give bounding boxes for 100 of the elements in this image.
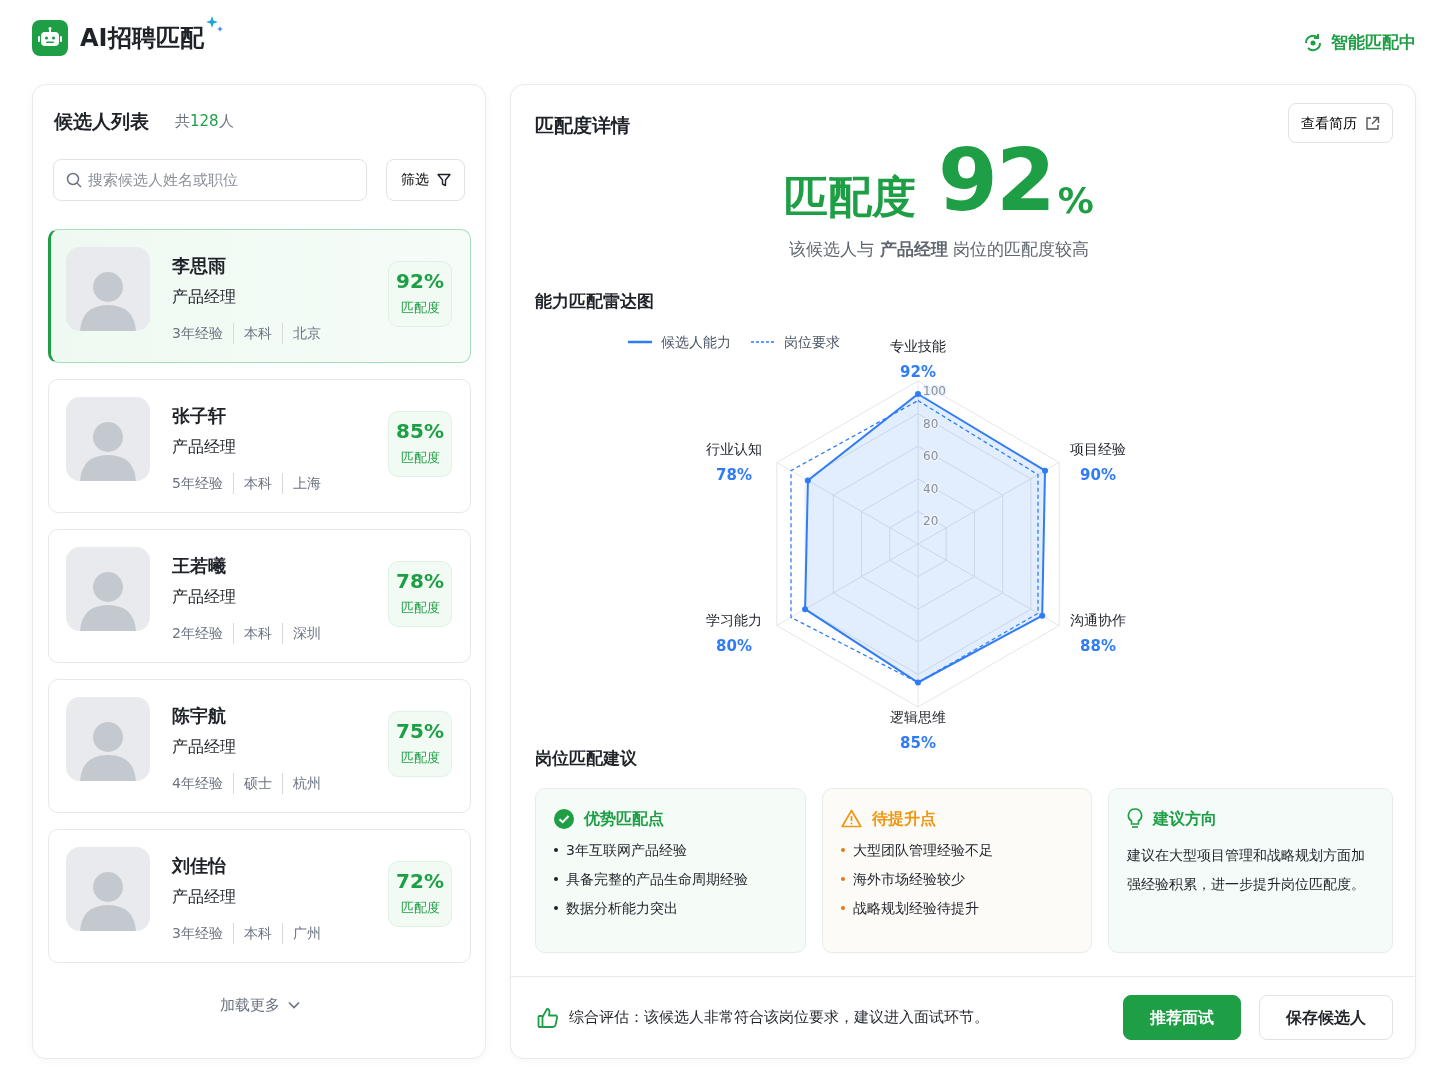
bullet-icon <box>840 905 845 910</box>
tick-label: 100 <box>923 384 946 398</box>
percent-sign: % <box>1057 183 1094 219</box>
suggestion-item: 具备完整的产品生命周期经验 <box>566 869 748 889</box>
suggestion-text: 建议在大型项目管理和战略规划方面加强经验积累，进一步提升岗位匹配度。 <box>1127 845 1367 894</box>
candidate-detail: 北京 <box>281 322 321 344</box>
axis-label: 学习能力 <box>706 612 762 628</box>
candidate-detail: 上海 <box>281 472 321 494</box>
search-field[interactable]: 搜索候选人姓名或职位 <box>53 158 367 201</box>
sparkle-icon <box>205 16 224 34</box>
score-badge: 92% 匹配度 <box>388 260 452 327</box>
tick-label: 40 <box>923 481 939 496</box>
suggestion-item: 大型团队管理经验不足 <box>852 840 993 860</box>
candidate-count: 共128人 <box>175 111 234 132</box>
suggestion-item: 3年互联网产品经验 <box>566 840 687 860</box>
status-label: 智能匹配中 <box>1331 31 1416 54</box>
candidate-name: 李思雨 <box>172 253 227 278</box>
candidate-detail: 杭州 <box>281 772 321 794</box>
candidate-name: 刘佳怡 <box>172 853 227 878</box>
candidate-position: 产品经理 <box>172 285 237 308</box>
thumbs-up-icon <box>537 1006 559 1029</box>
data-point <box>1039 612 1046 619</box>
value-label: 85% <box>900 734 936 752</box>
candidate-detail: 本科 <box>232 322 272 344</box>
score-badge: 72% 匹配度 <box>388 860 452 927</box>
value-label: 90% <box>1080 466 1116 484</box>
card-title: 建议方向 <box>1153 807 1218 830</box>
candidate-detail: 4年经验 <box>172 773 223 793</box>
lightbulb-icon <box>1127 808 1144 829</box>
candidate-detail: 3年经验 <box>172 923 223 943</box>
app-title: AI招聘匹配 <box>80 23 204 54</box>
tick-label: 60 <box>923 449 939 464</box>
logo-icon <box>32 20 68 56</box>
suggestion-item: 海外市场经验较少 <box>852 869 965 889</box>
candidate-card[interactable]: 刘佳怡 产品经理 3年经验 本科 广州 72% 匹配度 <box>48 828 471 963</box>
chevron-down-icon <box>287 1000 300 1009</box>
axis-label: 项目经验 <box>1070 441 1126 457</box>
score-badge: 85% 匹配度 <box>388 410 452 477</box>
external-link-icon <box>1365 115 1380 131</box>
assessment-text: 综合评估：该候选人非常符合该岗位要求，建议进入面试环节。 <box>569 1007 989 1029</box>
score-badge: 75% 匹配度 <box>388 710 452 777</box>
score-badge: 78% 匹配度 <box>388 560 452 627</box>
candidate-card[interactable]: 陈宇航 产品经理 4年经验 硕士 杭州 75% 匹配度 <box>48 678 471 813</box>
data-point <box>804 477 811 484</box>
axis-label: 逻辑思维 <box>890 709 946 725</box>
data-point <box>1042 467 1049 474</box>
data-point <box>915 391 921 398</box>
candidate-name: 陈宇航 <box>172 703 227 728</box>
candidate-detail: 5年经验 <box>172 473 223 493</box>
match-summary: 该候选人与 产品经理 岗位的匹配度较高 <box>788 238 1090 261</box>
bullet-icon <box>840 847 845 852</box>
section-title: 能力匹配雷达图 <box>535 289 655 313</box>
candidate-detail: 硕士 <box>232 772 272 794</box>
check-circle-icon <box>554 808 574 829</box>
match-score: 92 <box>938 137 1054 223</box>
tick-label: 20 <box>923 514 939 529</box>
panel-title: 候选人列表 <box>54 109 149 134</box>
view-resume-button[interactable]: 查看简历 <box>1288 103 1393 143</box>
candidate-position: 产品经理 <box>172 885 237 908</box>
sync-icon <box>1303 32 1323 53</box>
load-more-button[interactable]: 加载更多 <box>213 992 306 1017</box>
axis-label: 专业技能 <box>890 338 946 354</box>
candidate-detail: 本科 <box>232 472 272 494</box>
card-title: 待提升点 <box>871 807 936 830</box>
filter-button[interactable]: 筛选 <box>386 158 465 201</box>
candidate-position: 产品经理 <box>172 435 237 458</box>
panel-title: 匹配度详情 <box>535 113 630 138</box>
bullet-icon <box>840 876 845 881</box>
axis-label: 行业认知 <box>706 441 762 457</box>
tick-label: 80 <box>923 416 939 431</box>
card-title: 优势匹配点 <box>584 807 664 830</box>
candidate-position: 产品经理 <box>172 735 237 758</box>
candidate-detail: 3年经验 <box>172 323 223 343</box>
match-label: 匹配度 <box>784 175 917 219</box>
candidate-card[interactable]: 张子轩 产品经理 5年经验 本科 上海 85% 匹配度 <box>48 378 471 513</box>
bullet-icon <box>554 847 558 852</box>
legend-label: 岗位要求 <box>784 334 840 350</box>
section-title: 岗位匹配建议 <box>535 747 638 770</box>
suggestion-item: 战略规划经验待提升 <box>852 898 979 918</box>
bullet-icon <box>554 905 558 910</box>
legend-item: 候选人能力 <box>628 334 731 350</box>
candidate-card[interactable]: 李思雨 产品经理 3年经验 本科 北京 92% 匹配度 <box>48 228 471 363</box>
candidate-detail: 深圳 <box>281 622 321 644</box>
search-icon <box>66 171 82 188</box>
candidate-detail: 2年经验 <box>172 623 223 643</box>
suggestion-item: 数据分析能力突出 <box>566 898 678 918</box>
candidate-name: 王若曦 <box>172 553 227 578</box>
candidate-detail: 广州 <box>281 922 321 944</box>
value-label: 78% <box>716 466 752 484</box>
data-point <box>915 679 921 686</box>
value-label: 88% <box>1080 637 1116 655</box>
candidate-position: 产品经理 <box>172 585 237 608</box>
candidate-detail: 本科 <box>232 622 272 644</box>
value-label: 92% <box>900 363 936 381</box>
candidate-name: 张子轩 <box>172 403 227 428</box>
save-candidate-button[interactable]: 保存候选人 <box>1259 995 1393 1040</box>
warning-icon <box>840 809 862 828</box>
candidate-card[interactable]: 王若曦 产品经理 2年经验 本科 深圳 78% 匹配度 <box>48 528 471 663</box>
filter-icon <box>436 172 451 187</box>
data-point <box>802 606 809 613</box>
